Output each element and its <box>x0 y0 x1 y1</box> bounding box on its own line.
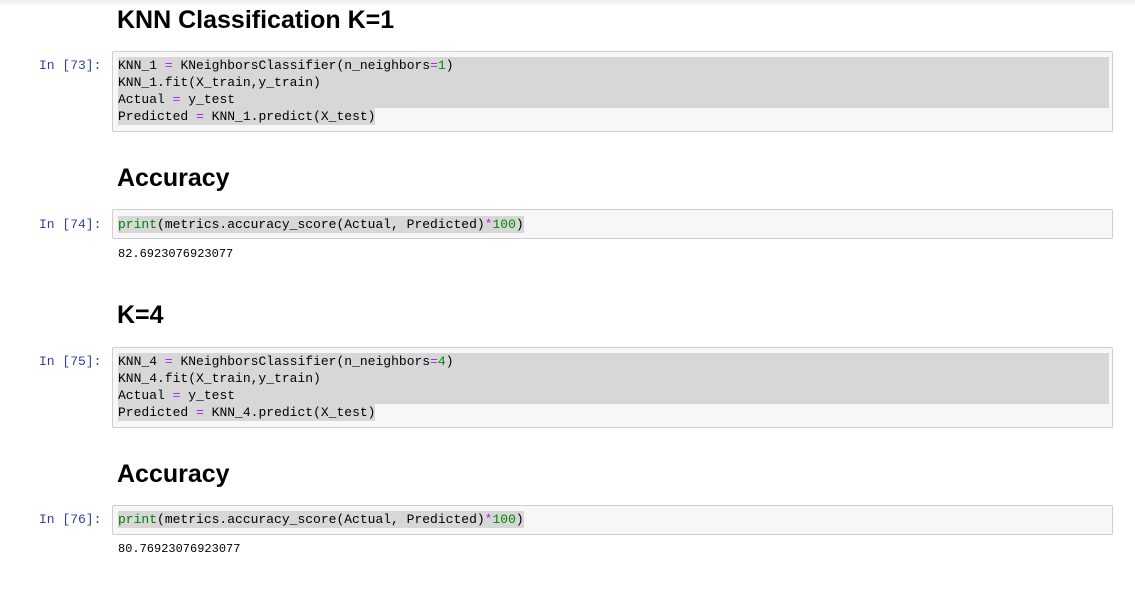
code-line: Predicted = KNN_4.predict(X_test) <box>118 404 376 421</box>
cell-76-code[interactable]: print(metrics.accuracy_score(Actual, Pre… <box>118 511 524 528</box>
code-line: KNN_4 = KNeighborsClassifier(n_neighbors… <box>118 353 1109 370</box>
cell-74-prompt: In [74]: <box>39 217 102 232</box>
cell-73-prompt: In [73]: <box>39 58 102 73</box>
cell-76-prompt: In [76]: <box>39 512 102 527</box>
heading-accuracy: Accuracy <box>117 164 230 192</box>
cell-74-code[interactable]: print(metrics.accuracy_score(Actual, Pre… <box>118 216 524 233</box>
cell-74-output: 82.6923076923077 <box>118 247 234 261</box>
cell-73-code[interactable]: KNN_1 = KNeighborsClassifier(n_neighbors… <box>118 57 1109 125</box>
heading-knn-classification-k1: KNN Classification K=1 <box>117 6 395 34</box>
code-line: KNN_1.fit(X_train,y_train) <box>118 74 1109 91</box>
code-line: KNN_4.fit(X_train,y_train) <box>118 370 1109 387</box>
cell-76-output: 80.76923076923077 <box>118 542 241 556</box>
code-line: Predicted = KNN_1.predict(X_test) <box>118 108 376 125</box>
code-line: print(metrics.accuracy_score(Actual, Pre… <box>118 216 524 233</box>
code-line: print(metrics.accuracy_score(Actual, Pre… <box>118 511 524 528</box>
cell-75-code[interactable]: KNN_4 = KNeighborsClassifier(n_neighbors… <box>118 353 1109 421</box>
code-line: Actual = y_test <box>118 91 1109 108</box>
code-line: KNN_1 = KNeighborsClassifier(n_neighbors… <box>118 57 1109 74</box>
heading-k4: K=4 <box>117 301 164 329</box>
code-line: Actual = y_test <box>118 387 1109 404</box>
heading-accuracy: Accuracy <box>117 460 230 488</box>
cell-75-prompt: In [75]: <box>39 354 102 369</box>
